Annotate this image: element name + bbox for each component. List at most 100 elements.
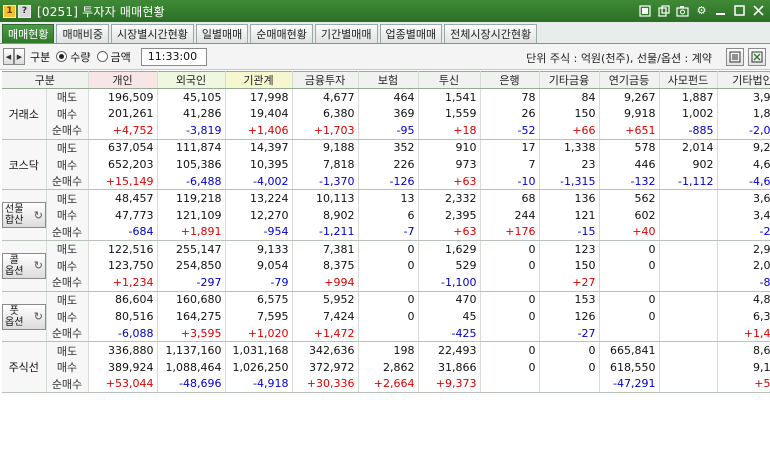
value-cell: 126 xyxy=(539,308,600,325)
value-cell: 9,297 xyxy=(717,139,770,157)
time-input[interactable]: 11:33:00 xyxy=(140,47,207,66)
column-header-7[interactable]: 투신 xyxy=(418,71,481,89)
market-toggle-button[interactable]: 풋 옵션 ↻ xyxy=(2,303,45,330)
column-header-6[interactable]: 보험 xyxy=(358,71,419,89)
value-cell: 13 xyxy=(358,189,419,207)
prev-arrow-icon[interactable]: ◀ xyxy=(3,48,14,65)
tab-1[interactable]: 매매비중 xyxy=(56,24,109,43)
value-cell: 45,105 xyxy=(157,88,226,106)
column-header-2[interactable]: 개인 xyxy=(88,71,158,89)
value-cell: 153 xyxy=(539,291,600,309)
value-cell: 123,750 xyxy=(88,257,158,275)
tab-7[interactable]: 전체시장시간현황 xyxy=(444,24,538,43)
value-cell: +15,149 xyxy=(88,172,158,191)
radio-amount[interactable]: 금액 xyxy=(96,49,131,65)
value-cell: 1,899 xyxy=(717,105,770,123)
column-header-9[interactable]: 기타금융 xyxy=(539,71,600,89)
value-cell: 1,088,464 xyxy=(157,358,226,376)
table-header-row: 구분 개인 외국인 기관계 금융투자 보험 투신 은행 기타금융 연기금등 사모펀드 기타법인 xyxy=(2,71,770,89)
value-cell: 9,918 xyxy=(599,105,660,123)
copy-icon[interactable] xyxy=(656,3,671,18)
maximize-icon[interactable] xyxy=(732,3,747,18)
column-header-12[interactable]: 기타법인 xyxy=(717,71,770,89)
tab-0[interactable]: 매매현황 xyxy=(2,24,55,43)
value-cell: 19,404 xyxy=(225,105,293,123)
value-cell: 198 xyxy=(358,341,419,359)
tab-5[interactable]: 기간별매매 xyxy=(314,24,378,43)
value-cell: 244 xyxy=(480,206,540,224)
refresh-cycle-icon: ↻ xyxy=(33,208,43,222)
value-cell: 7,818 xyxy=(292,156,359,173)
value-cell: 5,952 xyxy=(292,291,359,309)
minimize-icon[interactable] xyxy=(713,3,728,18)
title-bar: 1 ? [0251] 투자자 매매현황 ⚙ xyxy=(0,0,770,22)
close-icon[interactable] xyxy=(751,3,766,18)
value-cell: -954 xyxy=(225,223,293,242)
market-toggle-button[interactable]: 콜 옵션 ↻ xyxy=(2,252,45,279)
column-header-5[interactable]: 금융투자 xyxy=(292,71,359,89)
value-cell: 9,054 xyxy=(225,257,293,275)
tab-6[interactable]: 업종별매매 xyxy=(379,24,443,43)
tab-2[interactable]: 시장별시간현황 xyxy=(110,24,194,43)
table-row: 매수 389,924 1,088,464 1,026,250 372,972 2,862 3… xyxy=(2,358,770,376)
column-header-4[interactable]: 기관계 xyxy=(225,71,293,89)
value-cell: 10,395 xyxy=(225,156,293,173)
radio-quantity[interactable]: 수량 xyxy=(56,49,91,65)
column-header-11[interactable]: 사모펀드 xyxy=(659,71,718,89)
value-cell: 2,074 xyxy=(717,257,770,275)
value-cell: -1,100 xyxy=(418,274,481,292)
row-type-label: 매수 xyxy=(46,156,89,173)
screen-number-badge[interactable]: 1 xyxy=(3,4,16,18)
tab-3[interactable]: 일별매매 xyxy=(195,24,249,43)
radio-quantity-dot[interactable] xyxy=(56,51,68,62)
next-arrow-icon[interactable]: ▶ xyxy=(14,48,25,65)
value-cell: 0 xyxy=(539,358,600,376)
table-row: 매수 652,203 105,386 10,395 7,818 226 973 7 23 446 9… xyxy=(2,156,770,173)
value-cell: -253 xyxy=(717,223,770,242)
market-group-cell[interactable]: 선물 합산 ↻ xyxy=(2,189,47,242)
value-cell: 372,972 xyxy=(292,358,359,376)
value-cell: 255,147 xyxy=(157,240,226,258)
value-cell: 665,841 xyxy=(599,341,660,359)
value-cell: 637,054 xyxy=(88,139,158,157)
column-header-0[interactable]: 구분 xyxy=(2,71,89,89)
column-header-3[interactable]: 외국인 xyxy=(157,71,226,89)
value-cell: 6 xyxy=(358,206,419,224)
table-row: 코스닥 매도 637,054 111,874 14,397 9,188 352 910 17 1,… xyxy=(2,139,770,191)
list-view-icon[interactable] xyxy=(726,48,744,66)
gear-icon[interactable]: ⚙ xyxy=(694,3,709,18)
value-cell: -4,688 xyxy=(717,172,770,191)
unit-note: 단위 주식 : 억원(천주), 선물/옵션 : 계약 xyxy=(526,52,712,65)
value-cell: -297 xyxy=(157,274,226,292)
tab-4[interactable]: 순매매현황 xyxy=(250,24,313,43)
value-cell: 2,332 xyxy=(418,189,481,207)
value-cell: +3,595 xyxy=(157,324,226,343)
column-header-8[interactable]: 은행 xyxy=(480,71,540,89)
value-cell xyxy=(659,341,718,359)
column-header-10[interactable]: 연기금등 xyxy=(599,71,660,89)
radio-amount-dot[interactable] xyxy=(96,51,108,62)
market-group-cell[interactable]: 풋 옵션 ↻ xyxy=(2,291,47,343)
value-cell: 14,397 xyxy=(225,139,293,157)
value-cell xyxy=(539,375,600,394)
value-cell: -79 xyxy=(225,274,293,292)
value-cell: 1,031,168 xyxy=(225,341,293,359)
value-cell: 111,874 xyxy=(157,139,226,157)
help-icon[interactable]: ? xyxy=(18,4,31,18)
market-group-cell[interactable]: 콜 옵션 ↻ xyxy=(2,240,47,292)
market-toggle-button[interactable]: 선물 합산 ↻ xyxy=(2,202,45,229)
value-cell: 84 xyxy=(539,88,600,106)
market-group-label: 풋 xyxy=(9,305,19,317)
value-cell: 0 xyxy=(599,308,660,325)
value-cell: 150 xyxy=(539,105,600,123)
value-cell: 0 xyxy=(539,341,600,359)
excel-export-icon[interactable] xyxy=(748,48,766,66)
value-cell: 123 xyxy=(539,240,600,258)
value-cell: -425 xyxy=(418,324,481,343)
value-cell: +1,473 xyxy=(717,324,770,343)
value-cell: 0 xyxy=(480,308,540,325)
table-row: 순매수 -684 +1,891 -954 -1,211 -7 +63 +176 -15 +40 -2… xyxy=(2,223,770,242)
camera-icon[interactable] xyxy=(675,3,690,18)
restore-icon[interactable] xyxy=(637,3,652,18)
value-cell: -95 xyxy=(358,122,419,140)
